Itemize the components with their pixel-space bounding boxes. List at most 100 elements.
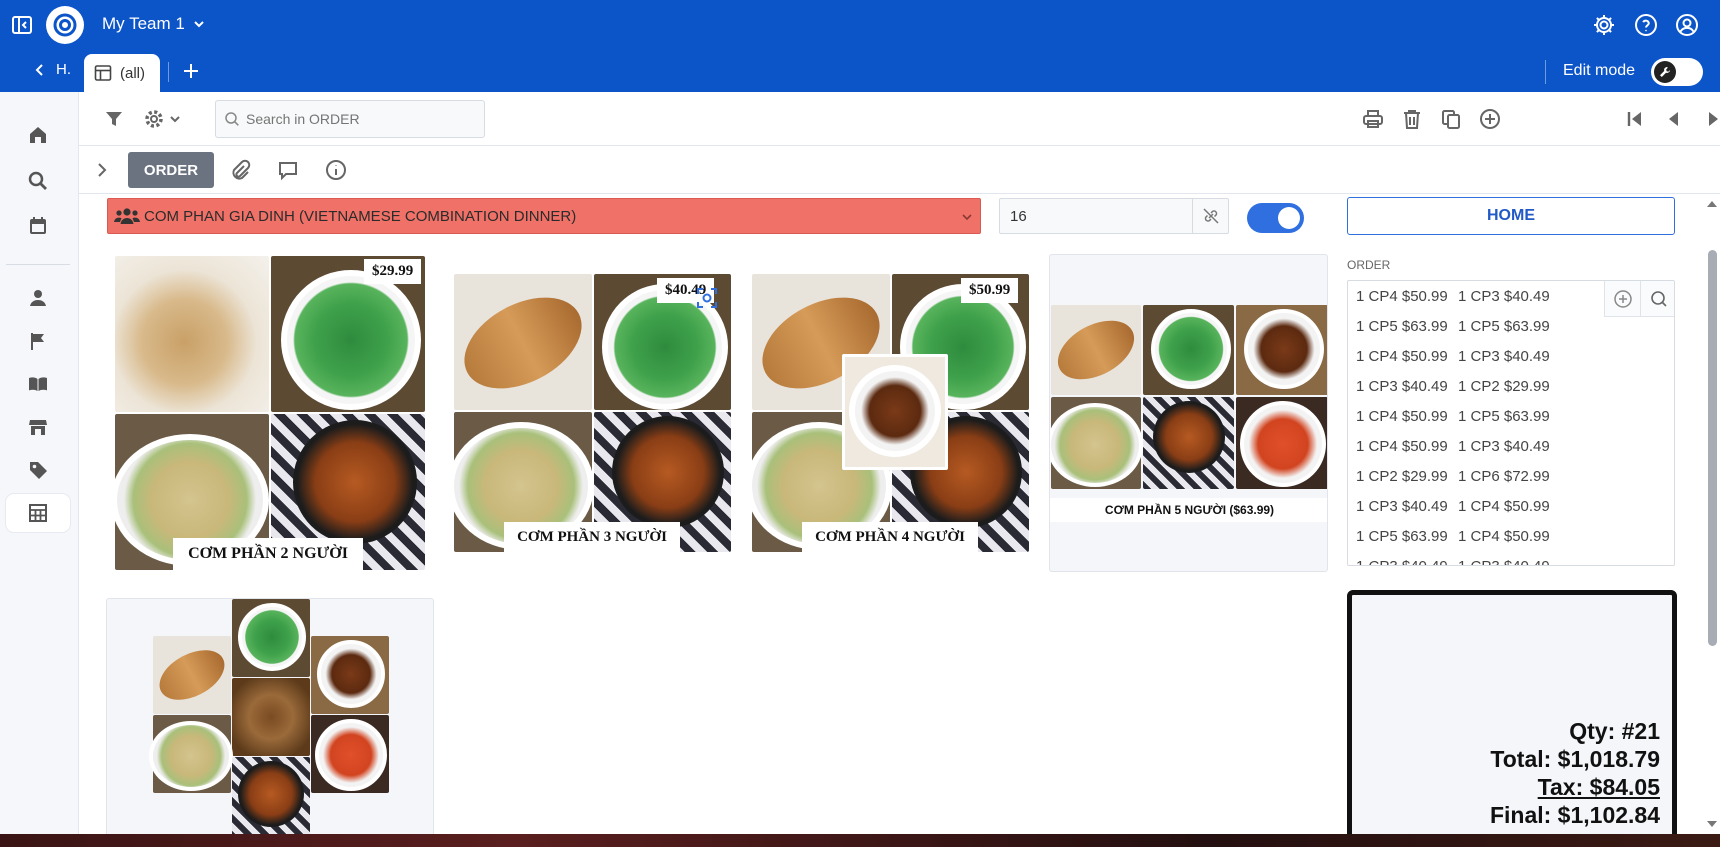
sidebar-item-flags[interactable] [6,322,70,360]
expand-chevron-icon[interactable] [91,159,113,181]
tab-bar: H. (all) Edit mode [0,50,1720,92]
unlink-icon [1202,208,1219,224]
sidebar-divider [6,264,70,265]
scroll-up-icon[interactable] [1704,198,1720,210]
order-row[interactable]: 1 CP2 $29.99 1 CP6 $72.99 [1356,461,1560,491]
order-row[interactable]: 1 CP4 $50.99 1 CP3 $40.49 [1356,341,1560,371]
plate [315,719,387,791]
order-entry: 1 CP5 $63.99 [1356,527,1448,545]
sidebar-item-tags[interactable] [6,451,70,489]
menu-item-cp5[interactable]: CƠM PHẦN 5 NGƯỜI ($63.99) [1049,254,1328,572]
order-row[interactable]: 1 CP4 $50.99 1 CP3 $40.49 [1356,431,1560,461]
attachment-icon[interactable] [229,159,251,181]
tab-all[interactable]: (all) [84,54,160,92]
dish-photo [311,715,389,793]
unlink-button[interactable] [1192,199,1228,233]
order-rows: 1 CP4 $50.99 1 CP3 $40.49 1 CP5 $63.99 1 CP… [1356,281,1560,566]
order-row[interactable]: 1 CP4 $50.99 1 CP3 $40.49 [1356,281,1560,311]
dish-photo [1050,305,1144,395]
menu-item-cp6[interactable] [106,598,434,834]
back-tab[interactable]: H. [32,61,71,78]
clay-pot [293,420,417,544]
home-button-label: HOME [1487,207,1535,224]
settings-menu-icon[interactable] [143,108,185,130]
dish-select[interactable]: COM PHAN GIA DINH (VIETNAMESE COMBINATIO… [107,198,981,234]
info-icon[interactable] [325,159,347,181]
sidebar-toggle-icon[interactable] [10,13,34,37]
user-account-icon[interactable] [1675,13,1699,37]
search-input[interactable] [246,111,476,127]
order-entry: 1 CP6 $72.99 [1458,467,1550,485]
edit-mode-label: Edit mode [1563,62,1636,79]
add-record-icon[interactable] [1479,108,1501,130]
active-toggle-knob [1278,207,1300,229]
next-record-icon[interactable] [1702,108,1720,130]
menu-item-cp3[interactable]: $40.49 CƠM PHẦN 3 NGƯỜI [454,274,731,552]
dish-photo [232,678,310,756]
dish-photo [454,274,597,410]
trash-icon[interactable] [1401,108,1423,130]
image-inspect-icon[interactable] [696,287,718,309]
quantity-value: 16 [1010,207,1027,225]
active-toggle[interactable] [1247,203,1304,233]
order-row[interactable]: 1 CP5 $63.99 1 CP4 $50.99 [1356,521,1560,551]
back-tab-label: H. [56,61,71,78]
sidebar-item-docs[interactable] [6,365,70,403]
dish-photo [1050,397,1143,489]
dish-photo [151,636,233,714]
order-row[interactable]: 1 CP3 $40.49 1 CP3 $40.49 [1356,551,1560,566]
order-search-button[interactable] [1640,281,1674,317]
tab-divider [168,62,169,82]
tab-order[interactable]: ORDER [128,152,214,188]
dish-photo [232,599,310,677]
order-list: 1 CP4 $50.99 1 CP3 $40.49 1 CP5 $63.99 1 CP… [1347,280,1675,566]
plate [149,721,233,791]
sidebar-item-home[interactable] [6,116,70,154]
order-row[interactable]: 1 CP5 $63.99 1 CP5 $63.99 [1356,311,1560,341]
filter-icon[interactable] [103,108,125,130]
duplicate-icon[interactable] [1440,108,1462,130]
grilled-fish [1050,308,1144,392]
tab-all-label: (all) [120,64,145,82]
quantity-field[interactable]: 16 [999,198,1229,234]
home-button[interactable]: HOME [1347,197,1675,235]
sidebar-item-store[interactable] [6,408,70,446]
sidebar-item-calendar[interactable] [6,207,70,245]
order-entry: 1 CP3 $40.49 [1458,347,1550,365]
add-tab-icon[interactable] [180,60,202,82]
order-row[interactable]: 1 CP4 $50.99 1 CP5 $63.99 [1356,401,1560,431]
record-form: COM PHAN GIA DINH (VIETNAMESE COMBINATIO… [79,194,1704,834]
comment-icon[interactable] [277,159,299,181]
app-logo[interactable] [46,6,84,44]
search-icon [225,112,239,126]
dish-photo [1236,397,1327,489]
help-icon[interactable] [1634,13,1658,37]
team-selector[interactable]: My Team 1 [102,14,207,34]
record-toolbar [79,92,1720,146]
order-entry: 1 CP3 $40.49 [1458,557,1550,566]
previous-record-icon[interactable] [1663,108,1685,130]
search-icon [1650,290,1667,307]
order-row[interactable]: 1 CP3 $40.49 1 CP2 $29.99 [1356,371,1560,401]
edit-mode-knob [1654,61,1676,83]
gear-icon[interactable] [1592,13,1616,37]
order-entry: 1 CP4 $50.99 [1356,437,1448,455]
search-box[interactable] [215,100,485,138]
print-icon[interactable] [1362,108,1384,130]
first-record-icon[interactable] [1624,108,1646,130]
order-add-button[interactable] [1604,281,1640,317]
menu-item-cp4[interactable]: $50.99 CƠM PHẦN 4 NGƯỜI [752,274,1029,552]
order-row[interactable]: 1 CP3 $40.49 1 CP4 $50.99 [1356,491,1560,521]
sidebar-item-contacts[interactable] [6,279,70,317]
edit-mode-toggle[interactable] [1651,58,1703,86]
scrollbar-thumb[interactable] [1708,250,1717,646]
scroll-down-icon[interactable] [1704,818,1720,830]
vertical-scrollbar[interactable] [1704,194,1720,834]
summary-final: Final: $1,102.84 [1489,802,1660,828]
sidebar-item-search[interactable] [6,162,70,200]
menu-label-cp3: CƠM PHẦN 3 NGƯỜI [504,522,680,552]
clay-pot [238,761,304,827]
bottom-strip [0,834,1720,847]
menu-item-cp2[interactable]: $29.99 CƠM PHẦN 2 NGƯỜI [115,256,425,570]
sidebar-item-tables[interactable] [6,494,70,532]
